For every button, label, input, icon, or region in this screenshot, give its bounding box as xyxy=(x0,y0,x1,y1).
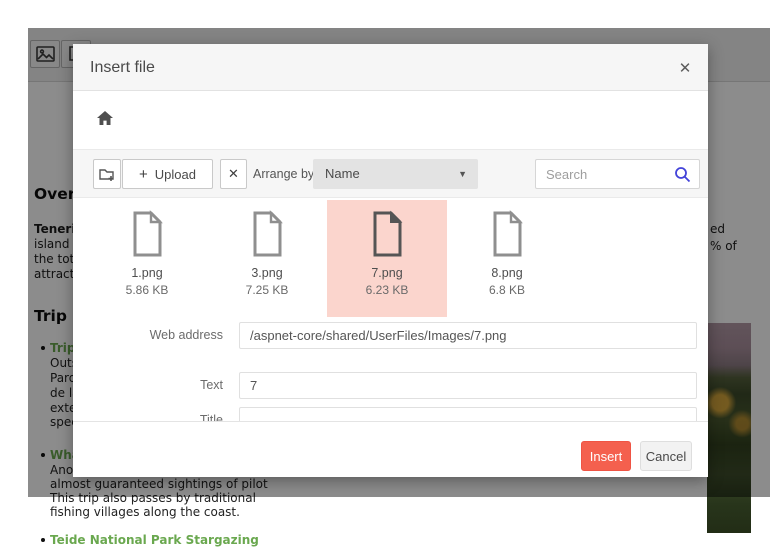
text-input[interactable] xyxy=(239,372,697,399)
file-grid: 1.png 5.86 KB 3.png 7.25 KB 7.png 6.23 K… xyxy=(73,200,708,317)
file-icon xyxy=(253,210,283,257)
text-row: Text xyxy=(73,372,708,399)
file-tile-3png[interactable]: 3.png 7.25 KB xyxy=(207,200,327,317)
chevron-down-icon: ▼ xyxy=(458,169,467,179)
search-input[interactable] xyxy=(536,160,672,188)
upload-button-label: Upload xyxy=(154,166,196,182)
title-label: Title xyxy=(199,413,223,421)
dialog-header: Insert file ✕ xyxy=(73,44,708,91)
filebrowser-toolbar: + Upload ✕ Arrange by: Name ▼ xyxy=(73,149,708,198)
delete-icon: ✕ xyxy=(228,166,239,181)
file-name: 7.png xyxy=(371,266,403,280)
title-row: Title xyxy=(73,407,708,421)
dialog-title: Insert file xyxy=(90,59,155,76)
file-name: 3.png xyxy=(251,266,283,280)
web-address-input[interactable] xyxy=(239,322,697,349)
upload-button[interactable]: + Upload xyxy=(122,159,213,189)
file-size: 6.23 KB xyxy=(365,283,409,297)
bullet-dot xyxy=(41,538,45,542)
arrange-by-value: Name xyxy=(325,166,360,181)
file-tile-7png-selected[interactable]: 7.png 6.23 KB xyxy=(327,200,447,317)
file-icon xyxy=(373,210,403,257)
search-icon xyxy=(675,167,691,183)
title-input[interactable] xyxy=(239,407,697,421)
plus-icon: + xyxy=(139,165,148,183)
text-label: Text xyxy=(200,378,223,392)
arrange-by-label: Arrange by: xyxy=(253,167,318,181)
web-address-row: Web address xyxy=(73,322,708,349)
close-icon[interactable]: ✕ xyxy=(676,59,694,77)
insert-button[interactable]: Insert xyxy=(581,441,631,471)
arrange-by-dropdown[interactable]: Name ▼ xyxy=(313,159,478,189)
new-folder-button[interactable] xyxy=(93,159,121,189)
insert-file-dialog: Insert file ✕ + Upload ✕ Arrange by: Nam… xyxy=(73,44,708,477)
dialog-footer: Insert Cancel xyxy=(73,421,708,477)
file-name: 8.png xyxy=(491,266,523,280)
cancel-button[interactable]: Cancel xyxy=(640,441,692,471)
file-size: 5.86 KB xyxy=(125,283,169,297)
web-address-label: Web address xyxy=(149,328,223,342)
file-tile-1png[interactable]: 1.png 5.86 KB xyxy=(87,200,207,317)
file-name: 1.png xyxy=(131,266,163,280)
home-breadcrumb-button[interactable] xyxy=(97,111,115,129)
dialog-body: + Upload ✕ Arrange by: Name ▼ Search 1.p… xyxy=(73,91,708,421)
new-folder-icon xyxy=(98,168,114,181)
doc-bullet-line: fishing villages along the coast. xyxy=(50,505,240,519)
page: Overview Tenerife is the largest and mos… xyxy=(0,0,770,560)
search-box xyxy=(535,159,700,189)
doc-link-teide-stargazing[interactable]: Teide National Park Stargazing xyxy=(50,533,259,547)
file-size: 7.25 KB xyxy=(245,283,289,297)
file-size: 6.8 KB xyxy=(488,283,526,297)
file-tile-8png[interactable]: 8.png 6.8 KB xyxy=(447,200,567,317)
home-icon xyxy=(97,111,113,125)
file-icon xyxy=(133,210,163,257)
delete-file-button[interactable]: ✕ xyxy=(220,159,247,189)
file-icon xyxy=(493,210,523,257)
